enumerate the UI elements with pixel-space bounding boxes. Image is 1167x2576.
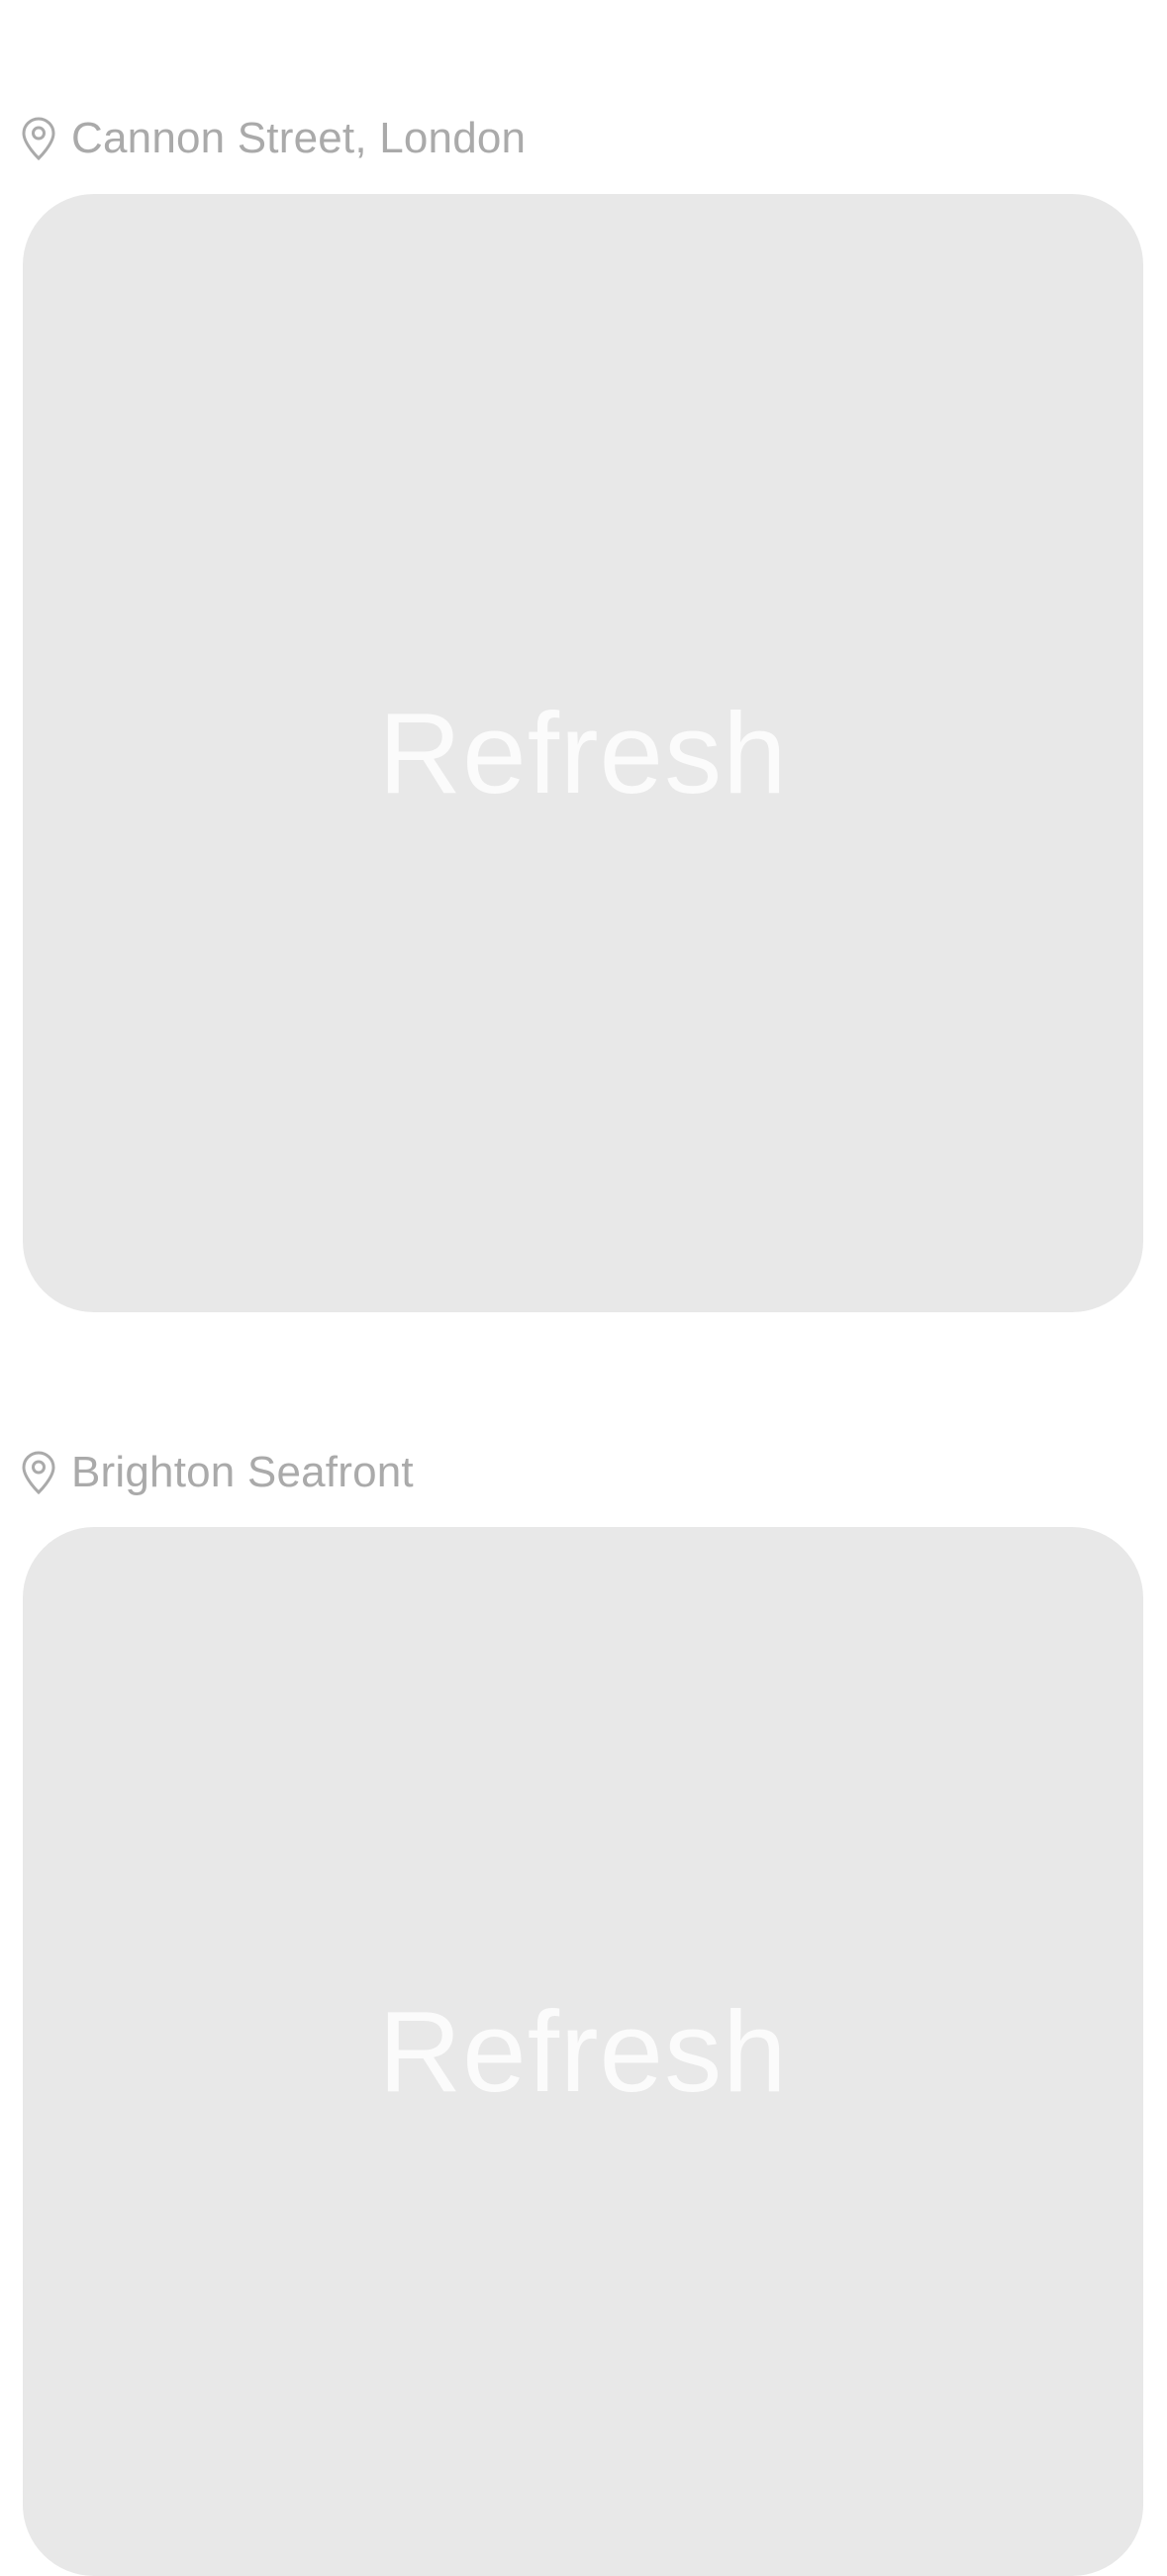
location-label: Cannon Street, London: [71, 114, 527, 162]
refresh-button[interactable]: Refresh: [378, 1994, 787, 2109]
refresh-button[interactable]: Refresh: [378, 696, 787, 811]
location-label: Brighton Seafront: [71, 1448, 414, 1496]
location-pin-icon: [22, 117, 55, 160]
camera-card[interactable]: Refresh: [23, 1527, 1143, 2576]
camera-feed-list: Cannon Street, London Refresh Brighton S…: [0, 0, 1167, 2576]
location-header: Brighton Seafront: [22, 1443, 414, 1502]
location-pin-icon: [22, 1451, 55, 1494]
location-header: Cannon Street, London: [22, 109, 526, 168]
camera-card[interactable]: Refresh: [23, 194, 1143, 1312]
